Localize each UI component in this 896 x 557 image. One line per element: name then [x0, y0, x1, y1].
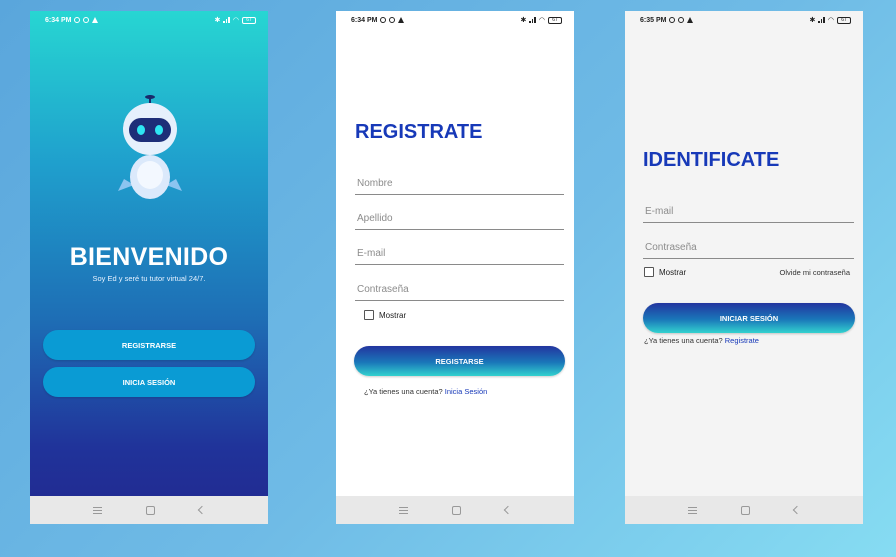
alarm-icon [678, 17, 685, 23]
status-time: 6:34 PM [45, 16, 72, 24]
wifi-icon: ◠ [827, 17, 834, 24]
welcome-subtitle: Soy Ed y seré tu tutor virtual 24/7. [92, 274, 206, 283]
login-link[interactable]: Inicia Sesión [445, 387, 488, 396]
battery-icon: 67 [242, 16, 256, 24]
battery-icon: 67 [548, 16, 562, 24]
password-field[interactable] [355, 279, 564, 301]
forgot-password-link[interactable]: Olvide mi contraseña [780, 268, 850, 277]
lastname-field[interactable] [355, 208, 564, 230]
settings-icon [669, 17, 676, 23]
register-title: REGISTRATE [355, 121, 483, 143]
bluetooth-icon: ✱ [809, 17, 816, 24]
show-password-checkbox[interactable] [644, 267, 654, 277]
home-icon[interactable] [146, 505, 155, 515]
signal-icon [818, 17, 825, 23]
show-password-checkbox[interactable] [364, 310, 374, 320]
bluetooth-icon: ✱ [214, 17, 221, 24]
show-password-label: Mostrar [659, 267, 687, 277]
name-field[interactable] [355, 173, 564, 195]
show-password-label: Mostrar [379, 310, 407, 320]
settings-icon [380, 17, 387, 23]
account-prompt: ¿Ya tienes una cuenta? Inicia Sesión [364, 387, 487, 396]
login-submit-button[interactable]: INICIAR SESIÓN [643, 303, 855, 333]
signal-icon [223, 17, 230, 23]
welcome-screen: 6:34 PM ✱ ◠ 67 BIENVENIDO Soy Ed y seré … [30, 11, 268, 524]
battery-icon: 67 [837, 16, 851, 24]
status-time: 6:34 PM [351, 16, 378, 24]
warning-icon [687, 17, 694, 23]
register-button[interactable]: REGISTRARSE [43, 330, 255, 360]
menu-icon[interactable] [93, 506, 102, 514]
welcome-title: BIENVENIDO [69, 243, 229, 271]
menu-icon[interactable] [688, 506, 697, 514]
status-time: 6:35 PM [640, 16, 667, 24]
settings-icon [74, 17, 81, 23]
status-bar: 6:34 PM ✱ ◠ 67 [336, 11, 574, 29]
signal-icon [529, 17, 536, 23]
nav-bar [336, 496, 574, 524]
back-icon[interactable] [197, 505, 207, 515]
back-icon[interactable] [792, 505, 802, 515]
wifi-icon: ◠ [538, 17, 545, 24]
back-icon[interactable] [503, 505, 513, 515]
email-field[interactable] [643, 201, 854, 223]
alarm-icon [83, 17, 90, 23]
home-icon[interactable] [741, 505, 750, 515]
status-bar: 6:34 PM ✱ ◠ 67 [30, 11, 268, 29]
nav-bar [30, 496, 268, 524]
wifi-icon: ◠ [232, 17, 239, 24]
warning-icon [92, 17, 99, 23]
home-icon[interactable] [452, 505, 461, 515]
account-prompt-text: ¿Ya tienes una cuenta? [644, 336, 723, 345]
register-link[interactable]: Registrate [725, 336, 759, 345]
register-screen: 6:34 PM ✱ ◠ 67 REGISTRATE Mostrar REGIST… [336, 11, 574, 524]
show-password-row[interactable]: Mostrar [364, 310, 406, 320]
show-password-row[interactable]: Mostrar [644, 267, 686, 277]
menu-icon[interactable] [399, 506, 408, 514]
alarm-icon [389, 17, 396, 23]
password-field[interactable] [643, 237, 854, 259]
bluetooth-icon: ✱ [520, 17, 527, 24]
account-prompt: ¿Ya tienes una cuenta? Registrate [644, 336, 759, 345]
register-submit-button[interactable]: REGISTARSE [354, 346, 565, 376]
login-title: IDENTIFICATE [643, 149, 780, 171]
login-button[interactable]: INICIA SESIÓN [43, 367, 255, 397]
status-bar: 6:35 PM ✱ ◠ 67 [625, 11, 863, 29]
account-prompt-text: ¿Ya tienes una cuenta? [364, 387, 443, 396]
nav-bar [625, 496, 863, 524]
login-screen: 6:35 PM ✱ ◠ 67 IDENTIFICATE Mostrar Olvi… [625, 11, 863, 524]
warning-icon [398, 17, 405, 23]
email-field[interactable] [355, 243, 564, 265]
robot-mascot [118, 95, 182, 199]
